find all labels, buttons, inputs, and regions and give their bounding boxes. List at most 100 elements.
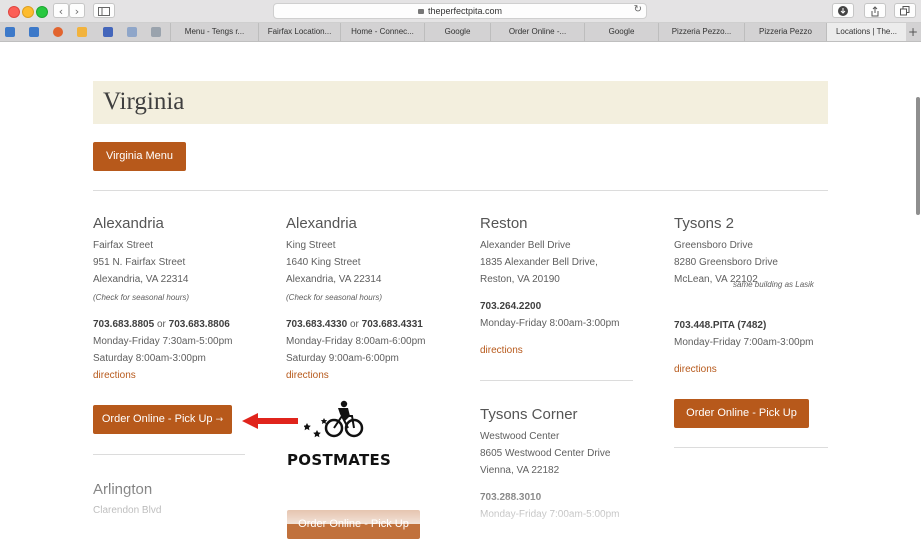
directions-link[interactable]: directions	[286, 370, 329, 381]
location-citystate: Reston, VA 20190	[480, 274, 560, 285]
close-window-button[interactable]	[8, 6, 20, 18]
phone-number[interactable]: 703.264.2200	[480, 301, 541, 312]
address-bar[interactable]: theperfectpita.com ↻	[273, 3, 647, 19]
hours-saturday: Saturday 9:00am-6:00pm	[286, 353, 399, 364]
phone-number[interactable]: 703.683.4331	[362, 319, 423, 330]
share-icon	[871, 6, 879, 17]
zoom-window-button[interactable]	[36, 6, 48, 18]
chevron-right-icon: ›	[74, 5, 80, 18]
divider	[674, 447, 828, 448]
share-button[interactable]	[864, 3, 886, 18]
tab-8[interactable]: Pizzeria Pezzo	[744, 23, 826, 41]
location-street: Clarendon Blvd	[93, 505, 162, 516]
new-tab-icon[interactable]: +	[908, 23, 918, 41]
tab-4[interactable]: Google	[424, 23, 490, 41]
location-street: Greensboro Drive	[674, 240, 753, 251]
location-phones: 703.683.4330 or 703.683.4331	[286, 319, 423, 330]
tab-3[interactable]: Home - Connec...	[340, 23, 424, 41]
location-city: Tysons Corner	[480, 406, 578, 423]
location-street: Alexander Bell Drive	[480, 240, 571, 251]
bookmark-icon-7[interactable]	[151, 27, 161, 37]
location-citystate: Alexandria, VA 22314	[93, 274, 189, 285]
downloads-button[interactable]	[832, 3, 854, 18]
location-phones: 703.683.8805 or 703.683.8806	[93, 319, 230, 330]
location-street: Fairfax Street	[93, 240, 154, 251]
page-title: Virginia	[103, 88, 185, 115]
location-address: 951 N. Fairfax Street	[93, 257, 186, 268]
seasonal-hours-note: (Check for seasonal hours)	[93, 293, 190, 302]
directions-link[interactable]: directions	[674, 364, 717, 375]
arrow-right-icon: →	[215, 415, 224, 425]
location-street: King Street	[286, 240, 336, 251]
tab-6[interactable]: Google	[584, 23, 658, 41]
postmates-logo-text: POSTMATES	[287, 451, 392, 469]
phone-number[interactable]: 703.683.8806	[169, 319, 230, 330]
chevron-left-icon: ‹	[58, 5, 64, 18]
divider	[93, 190, 828, 191]
location-address: 8605 Westwood Center Drive	[480, 448, 611, 459]
location-citystate: Vienna, VA 22182	[480, 465, 560, 476]
tab-1[interactable]: Menu - Tengs r...	[170, 23, 258, 41]
bookmark-icon-3[interactable]	[53, 27, 63, 37]
location-city: Arlington	[93, 481, 153, 498]
bookmark-icon-2[interactable]	[29, 27, 39, 37]
scrollbar-thumb[interactable]	[916, 97, 920, 215]
location-citystate: Alexandria, VA 22314	[286, 274, 382, 285]
phone-number[interactable]: 703.683.4330	[286, 319, 347, 330]
download-icon	[838, 6, 848, 16]
location-address: 1640 King Street	[286, 257, 361, 268]
sidebar-toggle-button[interactable]	[93, 3, 115, 18]
bookmark-icon-1[interactable]	[5, 27, 15, 37]
tabs-icon	[900, 6, 910, 16]
hours-weekday: Monday-Friday 7:30am-5:00pm	[93, 336, 233, 347]
reload-icon[interactable]: ↻	[634, 4, 642, 15]
seasonal-hours-note: (Check for seasonal hours)	[286, 293, 383, 302]
bookmark-icon-5[interactable]	[103, 27, 113, 37]
virginia-menu-button[interactable]: Virginia Menu	[93, 142, 186, 171]
lock-icon	[417, 9, 424, 14]
directions-link[interactable]: directions	[480, 345, 523, 356]
bookmark-icon-4[interactable]	[77, 27, 87, 37]
location-city: Reston	[480, 215, 528, 232]
location-address: 1835 Alexander Bell Drive,	[480, 257, 598, 268]
phone-or: or	[156, 319, 166, 330]
hours-weekday: Monday-Friday 8:00am-3:00pm	[480, 318, 620, 329]
divider	[480, 380, 633, 381]
back-button[interactable]: ‹	[53, 3, 69, 18]
hours-weekday: Monday-Friday 7:00am-3:00pm	[674, 337, 814, 348]
phone-number[interactable]: 703.448.PITA (7482)	[674, 320, 766, 331]
location-city: Tysons 2	[674, 215, 735, 232]
tab-5[interactable]: Order Online -...	[490, 23, 584, 41]
location-city: Alexandria	[286, 215, 357, 232]
tab-7[interactable]: Pizzeria Pezzo...	[658, 23, 744, 41]
location-city: Alexandria	[93, 215, 164, 232]
forward-button[interactable]: ›	[69, 3, 85, 18]
region-header-banner	[93, 81, 828, 124]
phone-number[interactable]: 703.683.8805	[93, 319, 154, 330]
order-online-pickup-button[interactable]: Order Online - Pick Up	[287, 510, 420, 539]
minimize-window-button[interactable]	[22, 6, 34, 18]
hours-weekday: Monday-Friday 7:00am-5:00pm	[480, 509, 620, 520]
url-text: theperfectpita.com	[427, 6, 503, 16]
divider	[93, 454, 245, 455]
order-online-pickup-button[interactable]: Order Online - Pick Up →	[93, 405, 232, 434]
order-online-label: Order Online - Pick Up	[101, 413, 213, 425]
sidebar-icon	[98, 7, 110, 16]
order-online-pickup-button[interactable]: Order Online - Pick Up	[674, 399, 809, 428]
annotation-arrow-icon	[242, 413, 298, 429]
tab-2[interactable]: Fairfax Location...	[258, 23, 340, 41]
phone-or: or	[349, 319, 359, 330]
location-note: same building as Lasik	[733, 280, 814, 289]
browser-toolbar: ‹ › theperfectpita.com ↻	[0, 0, 921, 23]
hours-weekday: Monday-Friday 8:00am-6:00pm	[286, 336, 426, 347]
phone-number[interactable]: 703.288.3010	[480, 492, 541, 503]
hours-saturday: Saturday 8:00am-3:00pm	[93, 353, 206, 364]
postmates-courier-icon	[304, 400, 364, 438]
bookmark-icon-6[interactable]	[127, 27, 137, 37]
location-street: Westwood Center	[480, 431, 560, 442]
tab-9-active[interactable]: Locations | The...	[826, 23, 906, 41]
tab-bar: Menu - Tengs r... Fairfax Location... Ho…	[0, 23, 921, 42]
location-address: 8280 Greensboro Drive	[674, 257, 778, 268]
tabs-overview-button[interactable]	[894, 3, 916, 18]
directions-link[interactable]: directions	[93, 370, 136, 381]
